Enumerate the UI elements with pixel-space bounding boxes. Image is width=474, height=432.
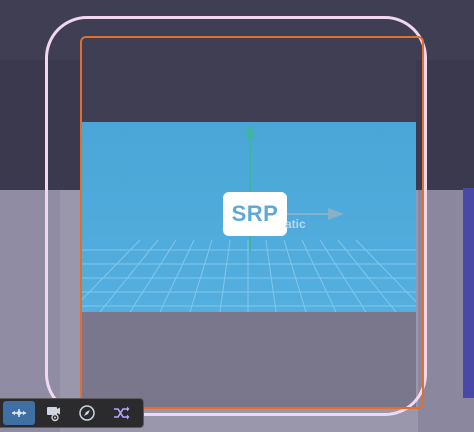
camera-view-icon: [47, 407, 60, 422]
compass-button[interactable]: [71, 401, 103, 425]
static-label: atic: [285, 217, 306, 231]
shuffle-icon: [114, 406, 130, 420]
scene-viewport[interactable]: SRP atic: [0, 0, 474, 432]
srp-badge-text: SRP: [231, 201, 279, 226]
right-pillar: [463, 188, 474, 398]
compass-icon: [79, 405, 95, 421]
scene-toolbar: [0, 398, 144, 428]
camera-view-button[interactable]: [37, 401, 69, 425]
shuffle-button[interactable]: [105, 401, 137, 425]
srp-badge[interactable]: SRP: [223, 192, 287, 236]
move-tool-button[interactable]: [3, 401, 35, 425]
move-tool-icon: [12, 409, 26, 417]
